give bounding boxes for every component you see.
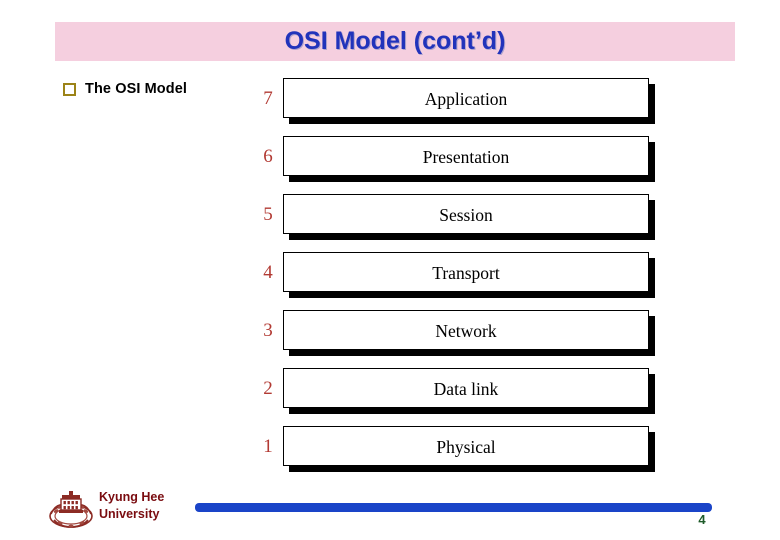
osi-layer-label: Session <box>439 205 493 225</box>
osi-layer-box[interactable]: Data link <box>283 368 649 408</box>
bullet-item-label: The OSI Model <box>85 81 187 97</box>
osi-layer-number: 7 <box>263 88 273 109</box>
osi-layer-label: Physical <box>436 437 496 457</box>
slide-title-band: OSI Model (cont’d) <box>55 22 735 61</box>
page-number: 4 <box>698 512 706 527</box>
slide-canvas: OSI Model (cont’d) The OSI Model 7 Applic… <box>0 0 780 540</box>
osi-layer-label: Data link <box>433 379 499 399</box>
bullet-item: The OSI Model <box>63 81 187 97</box>
osi-layer-box[interactable]: Transport <box>283 252 649 292</box>
square-bullet-icon <box>63 82 76 96</box>
osi-layer-box[interactable]: Presentation <box>283 136 649 176</box>
page-title: OSI Model (cont’d) <box>284 27 506 55</box>
osi-layer-row: 1 Physical <box>258 426 660 468</box>
osi-layer-number: 3 <box>263 320 273 341</box>
osi-layer-row: 6 Presentation <box>258 136 660 178</box>
osi-layer-box[interactable]: Network <box>283 310 649 350</box>
osi-layer-number: 6 <box>263 146 273 167</box>
osi-layer-number: 1 <box>263 436 273 457</box>
footer-divider-bar <box>195 503 712 512</box>
osi-layer-row: 5 Session <box>258 194 660 236</box>
osi-layer-box[interactable]: Session <box>283 194 649 234</box>
organization-name: Kyung Hee University <box>99 489 209 523</box>
osi-layer-row: 3 Network <box>258 310 660 352</box>
osi-layer-box[interactable]: Application <box>283 78 649 118</box>
osi-layer-label: Network <box>435 321 497 341</box>
osi-layer-label: Presentation <box>422 147 510 167</box>
organization-line-1: Kyung Hee <box>99 490 165 504</box>
university-crest-icon <box>48 489 94 531</box>
osi-layer-number: 5 <box>263 204 273 225</box>
osi-layer-row: 4 Transport <box>258 252 660 294</box>
osi-layer-row: 2 Data link <box>258 368 660 410</box>
osi-layer-row: 7 Application <box>258 78 660 120</box>
osi-layer-number: 4 <box>263 262 273 283</box>
organization-line-2: University <box>99 507 160 521</box>
osi-layer-number: 2 <box>263 378 273 399</box>
osi-layer-label: Application <box>424 89 508 109</box>
osi-layer-label: Transport <box>432 263 500 283</box>
osi-layer-stack: 7 Application 6 Presentation 5 Session 4 Transp… <box>258 78 660 472</box>
osi-layer-box[interactable]: Physical <box>283 426 649 466</box>
